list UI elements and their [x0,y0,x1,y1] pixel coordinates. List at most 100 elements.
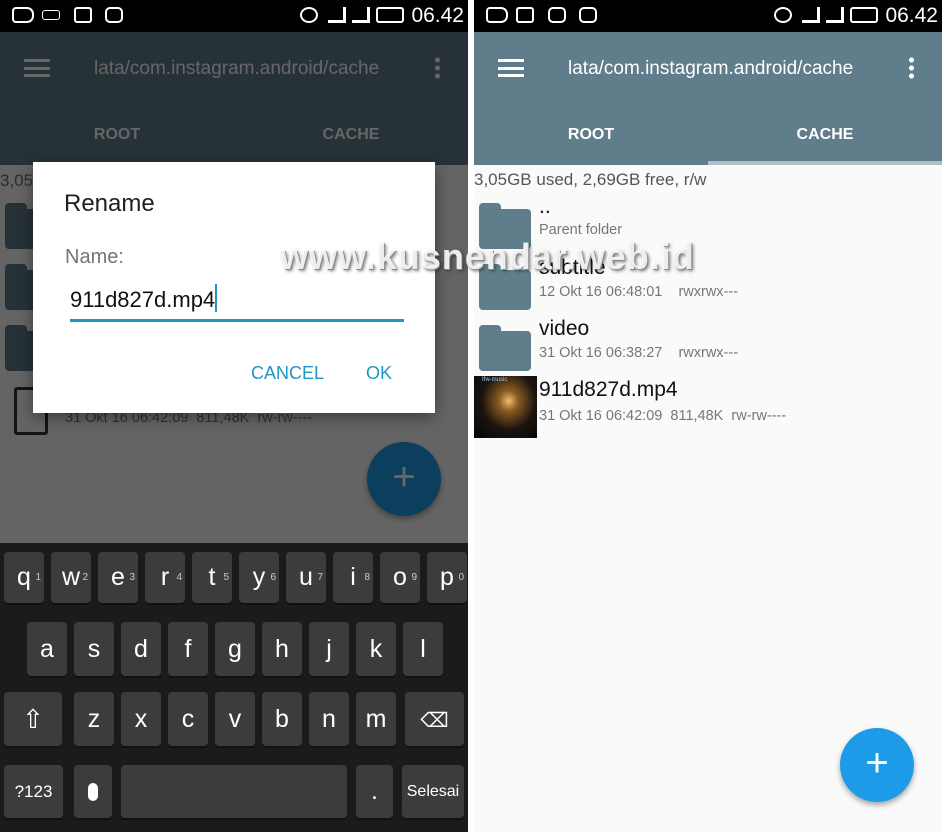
list-item[interactable]: Ifw-music 911d827d.mp4 31 Okt 16 06:42:0… [474,376,942,438]
key-hint: 7 [317,572,323,583]
symbols-key[interactable]: ?123 [4,765,63,818]
status-bar: 06.42 [0,0,468,32]
key-y[interactable]: y6 [239,552,279,603]
space-key[interactable] [121,765,347,818]
keyboard-icon [42,10,60,20]
video-thumbnail: Ifw-music [474,376,537,438]
storage-info: 3,05GB used, 2,69GB free, r/w [474,170,707,189]
key-c[interactable]: c [168,692,208,746]
key-l[interactable]: l [403,622,443,676]
clock: 06.42 [411,4,464,27]
key-t[interactable]: t5 [192,552,232,603]
key-b[interactable]: b [262,692,302,746]
file-name: video [539,317,590,340]
backspace-key[interactable]: ⌫ [405,692,464,746]
key-h[interactable]: h [262,622,302,676]
microphone-icon [88,783,98,802]
key-label: y [252,563,266,591]
key-label: v [228,705,242,733]
key-g[interactable]: g [215,622,255,676]
image-icon [516,7,534,23]
file-meta: 31 Okt 16 06:38:27 rwxrwx--- [539,345,739,361]
add-fab[interactable]: + [840,728,914,802]
text-cursor [215,284,218,312]
key-label: q [17,563,31,591]
alarm-icon [300,7,318,23]
key-label: ?123 [14,782,53,801]
key-label: x [134,705,148,733]
key-hint: 2 [82,572,88,583]
hamburger-icon[interactable] [498,59,524,77]
shift-key[interactable]: ⇧ [4,692,62,746]
plus-icon: + [865,741,889,785]
list-item[interactable]: video 31 Okt 16 06:38:27 rwxrwx--- [474,317,942,383]
key-j[interactable]: j [309,622,349,676]
rename-dialog: Rename Name: 911d827d.mp4 CANCEL OK [33,162,435,413]
name-input-value: 911d827d.mp4 [70,287,216,312]
key-label: s [87,635,101,663]
status-bar: 06.42 [474,0,942,32]
tab-cache[interactable]: CACHE [708,105,942,165]
key-f[interactable]: f [168,622,208,676]
key-r[interactable]: r4 [145,552,185,603]
key-d[interactable]: d [121,622,161,676]
key-p[interactable]: p0 [427,552,467,603]
key-label: f [184,635,192,663]
key-label: n [322,705,336,733]
key-hint: 3 [129,572,135,583]
key-i[interactable]: i8 [333,552,373,603]
more-vert-icon[interactable] [909,56,914,80]
key-label: i [350,563,356,591]
file-meta: 31 Okt 16 06:42:09 811,48K rw-rw---- [539,408,787,424]
key-n[interactable]: n [309,692,349,746]
key-label: Selesai [406,783,460,800]
key-label: l [420,635,426,663]
cancel-button[interactable]: CANCEL [251,363,324,384]
key-label: z [87,705,101,733]
file-name: 911d827d.mp4 [539,378,678,401]
shift-icon: ⇧ [22,704,44,734]
clock: 06.42 [885,4,938,27]
left-screen: lata/com.instagram.android/cache ROOT CA… [0,0,468,832]
key-k[interactable]: k [356,622,396,676]
key-label: b [275,705,289,733]
key-label: p [440,563,454,591]
storage-info: 3,05 [0,171,34,190]
bbm-icon [548,7,566,23]
name-input[interactable]: 911d827d.mp4 [70,284,404,322]
key-x[interactable]: x [121,692,161,746]
key-label: j [326,635,332,663]
image-icon [74,7,92,23]
key-u[interactable]: u7 [286,552,326,603]
key-hint: 8 [364,572,370,583]
key-label: k [369,635,383,663]
key-label: o [393,563,407,591]
key-e[interactable]: e3 [98,552,138,603]
key-s[interactable]: s [74,622,114,676]
file-meta: 12 Okt 16 06:48:01 rwxrwx--- [539,284,739,300]
key-hint: 9 [411,572,417,583]
key-z[interactable]: z [74,692,114,746]
key-q[interactable]: q1 [4,552,44,603]
add-icon [486,7,508,23]
key-label: r [160,563,170,591]
signal-icon [328,7,346,23]
file-name: .. [539,195,551,218]
enter-key[interactable]: Selesai [402,765,464,818]
period-key[interactable]: . [356,765,393,818]
key-v[interactable]: v [215,692,255,746]
mic-key[interactable] [74,765,112,818]
key-label: h [275,635,289,663]
dialog-title: Rename [64,190,155,217]
backspace-icon: ⌫ [420,710,449,732]
key-label: t [208,563,216,591]
signal-icon [802,7,820,23]
key-w[interactable]: w2 [51,552,91,603]
key-m[interactable]: m [356,692,396,746]
ok-button[interactable]: OK [366,363,392,384]
tab-root[interactable]: ROOT [474,105,708,165]
key-o[interactable]: o9 [380,552,420,603]
key-hint: 4 [176,572,182,583]
key-a[interactable]: a [27,622,67,676]
key-label: a [40,635,54,663]
